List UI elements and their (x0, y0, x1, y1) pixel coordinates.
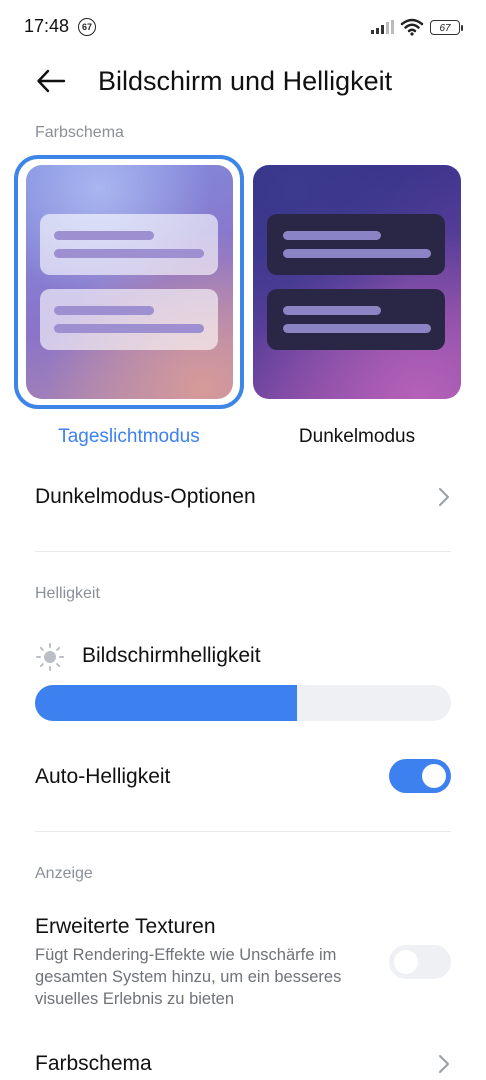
color-scheme-item[interactable]: Farbschema (35, 1052, 152, 1076)
auto-brightness-label: Auto-Helligkeit (35, 765, 171, 788)
section-label-display: Anzeige (35, 865, 93, 882)
signal-icon (371, 20, 394, 34)
section-label-brightness: Helligkeit (35, 585, 100, 602)
chevron-right-icon[interactable] (437, 486, 451, 508)
toggle-knob (422, 764, 446, 788)
divider (35, 551, 451, 552)
battery-icon: 67 (430, 19, 463, 35)
section-label-color-scheme: Farbschema (35, 124, 124, 141)
brightness-slider[interactable] (35, 685, 451, 721)
status-icons: 67 (371, 18, 463, 36)
arrow-left-icon[interactable] (36, 66, 66, 96)
light-mode-label[interactable]: Tageslichtmodus (14, 426, 244, 448)
dark-mode-options-item[interactable]: Dunkelmodus-Optionen (35, 485, 256, 509)
preview-pane (267, 289, 445, 350)
preview-pane (40, 214, 218, 275)
brightness-slider-fill (35, 685, 298, 721)
dark-mode-card[interactable] (253, 165, 461, 399)
chevron-right-icon[interactable] (437, 1053, 451, 1075)
wifi-icon (400, 18, 424, 36)
sun-icon (36, 643, 64, 671)
textures-title: Erweiterte Texturen (35, 915, 216, 938)
textures-toggle[interactable] (389, 945, 451, 979)
preview-pane (40, 289, 218, 350)
divider (35, 831, 451, 832)
preview-pane (267, 214, 445, 275)
brightness-label: Bildschirmhelligkeit (82, 644, 261, 667)
dark-mode-label[interactable]: Dunkelmodus (253, 426, 461, 448)
status-time: 17:48 (24, 16, 70, 36)
notification-badge-icon: 67 (78, 18, 96, 36)
light-mode-card[interactable] (26, 165, 233, 399)
page-title: Bildschirm und Helligkeit (98, 66, 393, 96)
toggle-knob (394, 950, 418, 974)
textures-description: Fügt Rendering-Effekte wie Unschärfe im … (35, 946, 342, 1008)
auto-brightness-toggle[interactable] (389, 759, 451, 793)
